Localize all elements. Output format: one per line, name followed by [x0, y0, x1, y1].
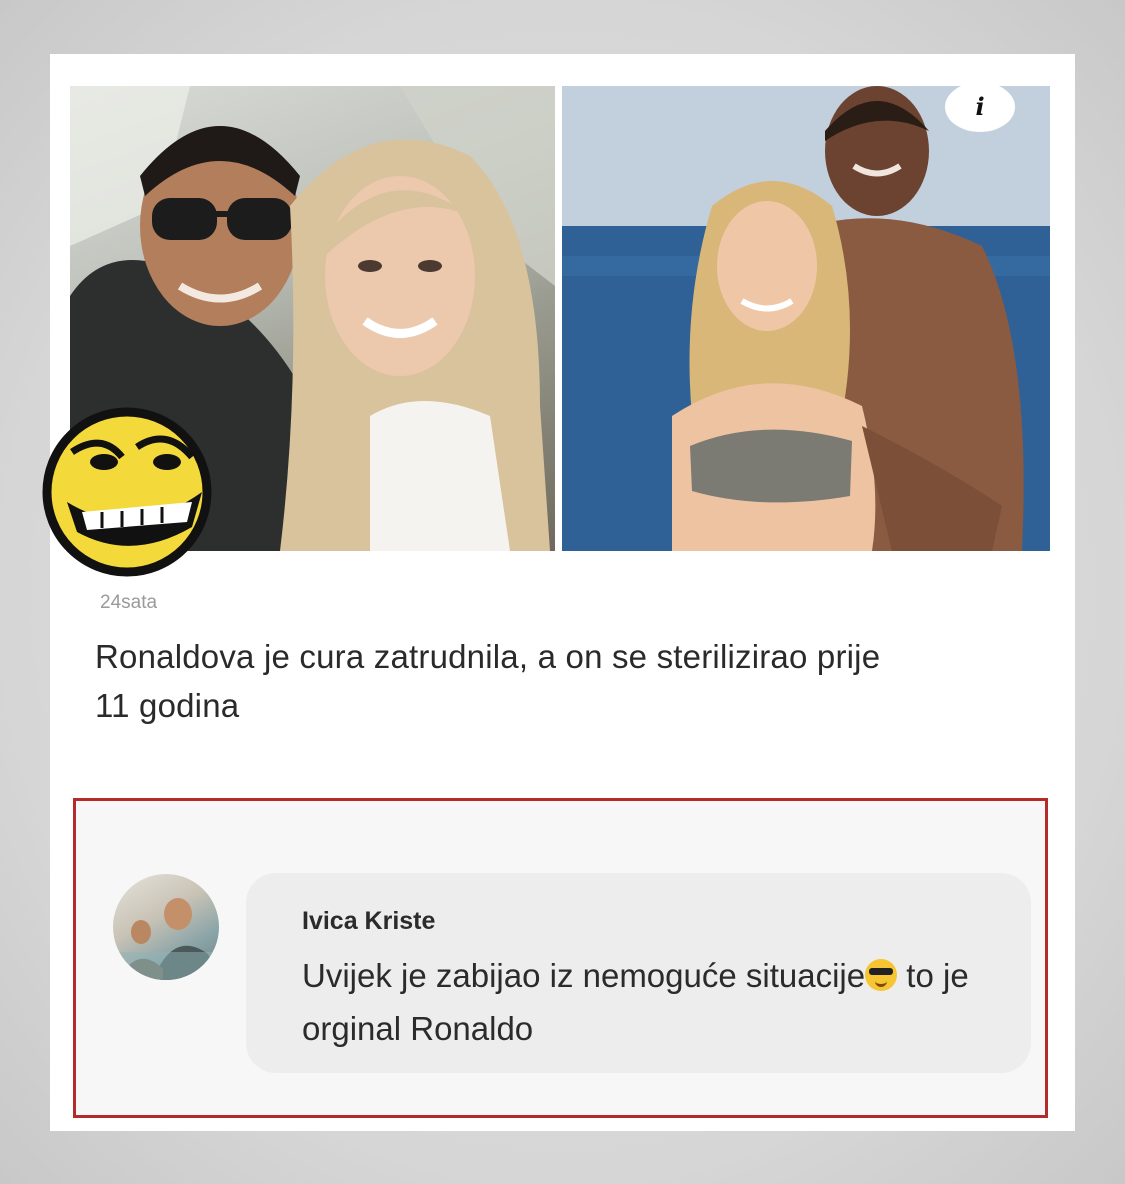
couple-beach-image [562, 86, 1050, 551]
avatar[interactable] [113, 874, 219, 980]
comment-text: Uvijek je zabijao iz nemoguće situacije … [302, 949, 1002, 1055]
post-card: i 24sata Ronaldova je cura zatrudnila, a… [42, 54, 1075, 1131]
comment-bubble: Ivica Kriste Uvijek je zabijao iz nemogu… [246, 873, 1031, 1073]
post-source-time: 24sata [100, 592, 157, 614]
comment-text-part1: Uvijek je zabijao iz nemoguće situacije [302, 957, 866, 994]
comment-author[interactable]: Ivica Kriste [302, 907, 435, 936]
troll-face-logo [42, 362, 217, 607]
info-icon[interactable]: i [945, 82, 1015, 132]
highlighted-comment: Ivica Kriste Uvijek je zabijao iz nemogu… [73, 798, 1048, 1118]
source-time-text: 24sata [100, 592, 158, 613]
post-headline[interactable]: Ronaldova je cura zatrudnila, a on se st… [95, 632, 895, 730]
sunglasses-emoji-icon [865, 959, 898, 991]
post-photo-right[interactable] [562, 86, 1050, 551]
